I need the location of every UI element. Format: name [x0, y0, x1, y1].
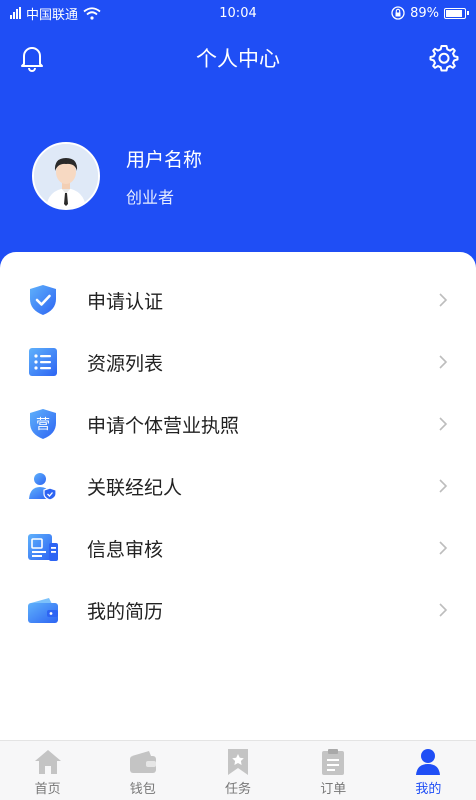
badge-text: 营 — [36, 417, 50, 433]
tab-label: 首页 — [34, 782, 61, 797]
menu-item-label: 申请认证 — [87, 290, 164, 313]
header: 中国联通 10:04 89% 个人中心 用户名称 创业者 — [0, 0, 476, 270]
menu-item-info-review[interactable]: 信息审核 — [0, 520, 476, 576]
menu-item-label: 资源列表 — [87, 352, 164, 375]
chevron-right-icon — [439, 355, 448, 369]
tab-label: 我的 — [415, 782, 442, 797]
settings-button[interactable] — [428, 42, 460, 74]
menu-item-label: 我的简历 — [87, 600, 164, 623]
menu-item-label: 信息审核 — [87, 538, 164, 561]
profile-section[interactable]: 用户名称 创业者 — [32, 142, 202, 210]
menu-card: 申请认证 资源列表 营 申请个体营业执照 关联经纪人 信息审核 我的简历 — [0, 252, 476, 740]
notification-bell-button[interactable] — [16, 42, 48, 74]
battery-percent: 89% — [410, 5, 439, 21]
id-card-icon — [27, 532, 59, 564]
menu-item-my-resume[interactable]: 我的简历 — [0, 582, 476, 638]
chevron-right-icon — [439, 293, 448, 307]
tab-label: 钱包 — [129, 782, 156, 797]
status-bar: 中国联通 10:04 89% — [0, 0, 476, 26]
user-role: 创业者 — [126, 187, 175, 207]
chevron-right-icon — [439, 417, 448, 431]
clipboard-icon — [319, 748, 347, 776]
tab-tasks[interactable]: 任务 — [190, 741, 285, 800]
user-icon — [414, 748, 442, 776]
signal-icon — [10, 7, 21, 19]
home-icon — [34, 748, 62, 776]
tab-wallet[interactable]: 钱包 — [95, 741, 190, 800]
username: 用户名称 — [126, 148, 203, 171]
tab-mine[interactable]: 我的 — [381, 741, 476, 800]
tab-label: 订单 — [320, 782, 347, 797]
wallet-icon — [129, 748, 157, 776]
carrier-label: 中国联通 — [26, 7, 79, 23]
wallet-icon — [27, 594, 59, 626]
menu-item-business-license[interactable]: 营 申请个体营业执照 — [0, 396, 476, 452]
menu-item-label: 申请个体营业执照 — [87, 414, 240, 437]
bottom-tab-bar: 首页 钱包 任务 订单 我的 — [0, 740, 476, 800]
battery-icon — [444, 7, 469, 19]
page-title: 个人中心 — [196, 47, 280, 71]
top-nav: 个人中心 — [0, 40, 476, 76]
user-shield-icon — [27, 470, 59, 502]
list-icon — [27, 346, 59, 378]
tab-home[interactable]: 首页 — [0, 741, 95, 800]
bookmark-icon — [224, 748, 252, 776]
chevron-right-icon — [439, 479, 448, 493]
menu-item-resource-list[interactable]: 资源列表 — [0, 334, 476, 390]
menu-item-apply-certification[interactable]: 申请认证 — [0, 272, 476, 328]
license-badge-icon: 营 — [27, 408, 59, 440]
menu-item-label: 关联经纪人 — [87, 476, 183, 499]
gear-icon — [429, 45, 459, 72]
tab-label: 任务 — [225, 782, 252, 797]
bell-icon — [21, 47, 43, 72]
menu-item-link-agent[interactable]: 关联经纪人 — [0, 458, 476, 514]
tab-orders[interactable]: 订单 — [286, 741, 381, 800]
wifi-icon — [83, 6, 101, 20]
shield-check-icon — [27, 284, 59, 316]
chevron-right-icon — [439, 603, 448, 617]
chevron-right-icon — [439, 541, 448, 555]
rotation-lock-icon — [391, 6, 405, 20]
avatar — [32, 142, 100, 210]
